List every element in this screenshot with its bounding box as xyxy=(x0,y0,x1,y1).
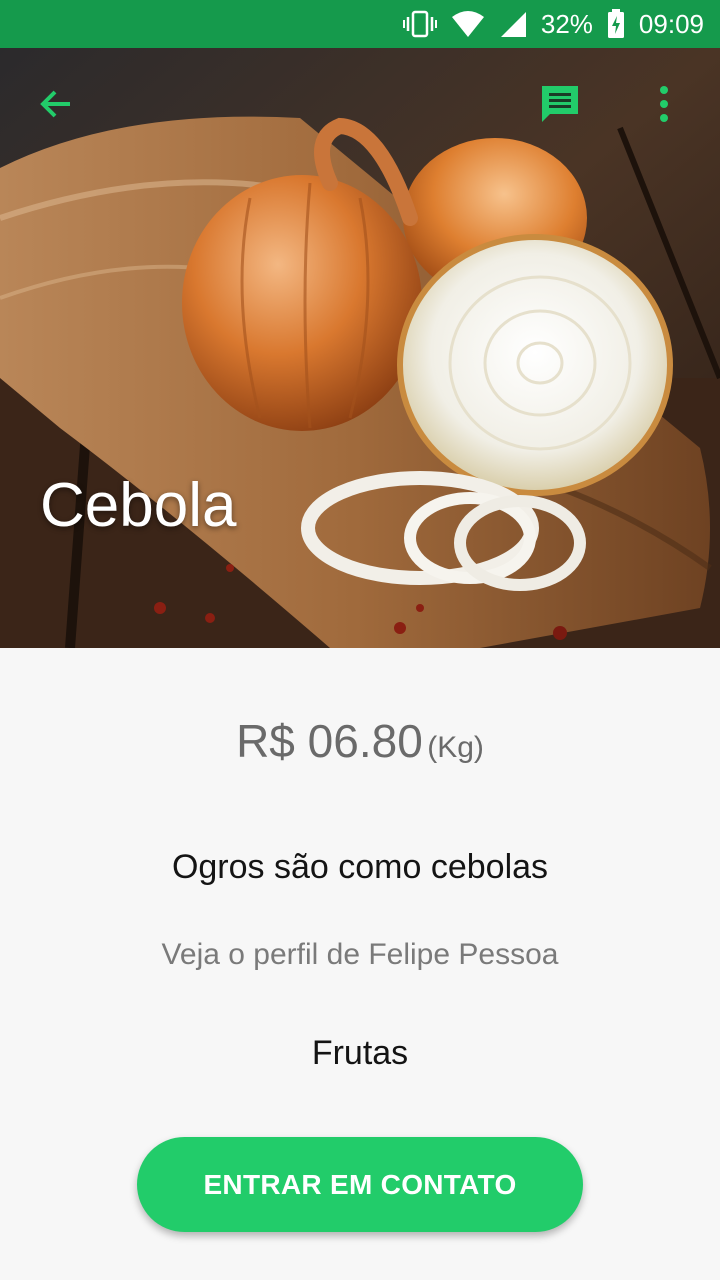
more-options-button[interactable] xyxy=(632,72,696,136)
app-toolbar xyxy=(0,48,720,160)
contact-button[interactable]: ENTRAR EM CONTATO xyxy=(137,1137,583,1232)
product-title: Cebola xyxy=(40,471,237,540)
arrow-back-icon xyxy=(40,90,70,118)
seller-profile-link[interactable]: Veja o perfil de Felipe Pessoa xyxy=(0,938,720,972)
clock: 09:09 xyxy=(638,8,704,39)
signal-icon xyxy=(499,10,527,38)
product-category: Frutas xyxy=(311,1034,409,1072)
chat-icon xyxy=(542,86,578,122)
price-row: R$ 06.80 (Kg) xyxy=(0,714,720,768)
battery-charging-icon xyxy=(607,9,625,39)
product-description: Ogros são como cebolas xyxy=(171,848,549,886)
wifi-icon xyxy=(451,10,485,38)
price-value: R$ 06.80 xyxy=(236,715,423,767)
back-button[interactable] xyxy=(24,72,88,136)
price-unit: (Kg) xyxy=(427,731,484,764)
battery-percent: 32% xyxy=(540,8,593,39)
product-details: R$ 06.80 (Kg) Ogros são como cebolas Vej… xyxy=(0,648,720,1280)
status-bar: 32% 09:09 xyxy=(0,0,720,48)
vibrate-icon xyxy=(402,9,437,39)
more-vert-icon xyxy=(660,86,668,122)
chat-button[interactable] xyxy=(528,72,592,136)
